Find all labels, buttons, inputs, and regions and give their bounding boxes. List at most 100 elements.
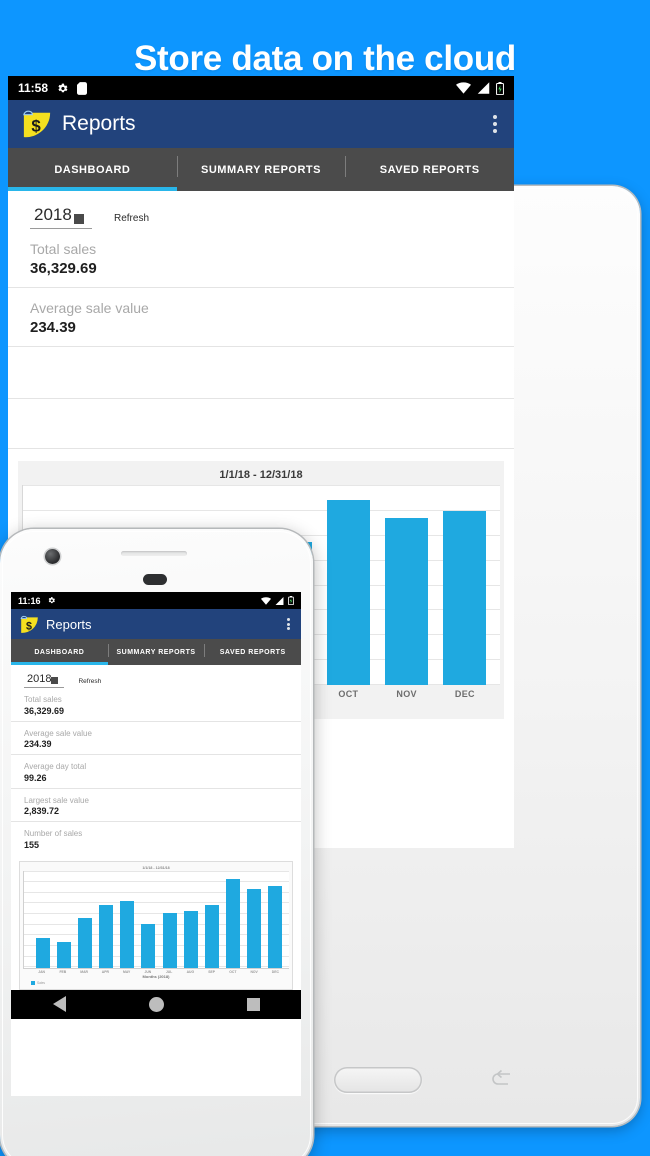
- legend-swatch: [31, 980, 35, 985]
- chart-bar-column: [117, 871, 138, 968]
- year-select[interactable]: 2018: [24, 673, 65, 688]
- wifi-icon: [456, 82, 471, 94]
- chart-bar-column: [138, 871, 159, 968]
- dropdown-caret-icon: [74, 214, 84, 224]
- chart-x-tick-labels: JAN FEB MAR APR MAY JUN JUL AUG SEP OCT NOV DEC: [23, 969, 289, 974]
- chart-date-range-title: 1/1/18 - 12/31/18: [219, 469, 303, 481]
- phone-sensor-icon: [143, 574, 167, 585]
- back-triangle-icon[interactable]: [52, 996, 66, 1012]
- chart-x-tick-label: DEC: [271, 969, 279, 974]
- dollar-cloud-logo-icon: $: [20, 615, 39, 634]
- chart-x-tick-label: JUN: [144, 969, 152, 974]
- tab-summary-reports[interactable]: SUMMARY REPORTS: [107, 639, 205, 665]
- battery-icon: [288, 596, 294, 605]
- chart-x-tick-label: OCT: [229, 969, 237, 974]
- chart-bar: [35, 937, 50, 968]
- chart-bar-column: [74, 871, 95, 968]
- tab-selected-indicator: [11, 662, 108, 665]
- tablet-back-key-icon[interactable]: [490, 1068, 514, 1090]
- tab-saved-reports[interactable]: SAVED REPORTS: [345, 148, 514, 191]
- svg-text:$: $: [26, 620, 32, 632]
- home-circle-icon[interactable]: [148, 996, 164, 1012]
- tab-dashboard[interactable]: DASHBOARD: [8, 148, 177, 191]
- stat-row-average-sale-value: Average sale value 234.39: [8, 288, 514, 347]
- stat-label: Average day total: [24, 762, 87, 771]
- chart-bar-column: [180, 871, 201, 968]
- chart-bar-column: [223, 871, 244, 968]
- stat-row-total-sales: Total sales 36,329.69: [8, 229, 514, 288]
- year-select[interactable]: 2018: [30, 205, 92, 229]
- phone-dashboard-content: 2018 Refresh Total sales 36,329.69 Avera…: [11, 665, 301, 990]
- recents-square-icon[interactable]: [246, 997, 260, 1011]
- chart-x-tick-label: NOV: [250, 969, 258, 974]
- phone-front-camera-icon: [45, 549, 60, 564]
- tab-selected-indicator: [8, 187, 177, 191]
- year-select-value: 2018: [34, 205, 72, 224]
- chart-x-tick-label: OCT: [338, 689, 359, 699]
- chart-bar-column: [201, 871, 222, 968]
- chart-bar: [141, 924, 156, 968]
- chart-bar: [77, 918, 92, 968]
- refresh-button[interactable]: Refresh: [78, 678, 101, 685]
- sd-card-icon: [77, 81, 88, 95]
- stat-row-largest-sale-value: Largest sale value 2,839.72: [11, 789, 301, 822]
- phone-screen: 11:16 $ Reports DASHBOARD SUMMARY REPORT…: [11, 592, 301, 1096]
- chart-x-tick-label: NOV: [396, 689, 417, 699]
- chart-bar-column: [32, 871, 53, 968]
- dropdown-caret-icon: [51, 677, 59, 684]
- status-time: 11:16: [18, 595, 41, 606]
- chart-bar: [120, 901, 135, 968]
- headline-line-1: Store data on the cloud: [133, 39, 516, 78]
- chart-x-tick-label: MAY: [123, 969, 131, 974]
- stat-row-average-sale-value: Average sale value 234.39: [11, 722, 301, 755]
- stat-label: Total sales: [30, 241, 97, 257]
- phone-status-bar: 11:16: [11, 592, 301, 609]
- signal-icon: [275, 596, 284, 605]
- chart-bar: [162, 912, 177, 968]
- chart-bar-column: [436, 485, 494, 685]
- stat-value: 234.39: [30, 319, 76, 336]
- gear-icon: [48, 597, 55, 604]
- phone-sales-chart: 1/1/18 - 12/31/18 JAN FEB MAR APR MAY JUN JUL A…: [19, 860, 293, 990]
- chart-bar-column: [265, 871, 286, 968]
- stat-value: 36,329.69: [30, 260, 97, 277]
- tablet-home-button[interactable]: [334, 1067, 422, 1093]
- overflow-menu-icon[interactable]: [493, 115, 497, 133]
- year-select-value: 2018: [27, 673, 52, 685]
- phone-navigation-bar: [11, 989, 301, 1019]
- stat-row-number-of-sales: Number of sales 155: [11, 822, 301, 855]
- stat-value: 99.26: [24, 772, 47, 783]
- tablet-status-bar: 11:58: [8, 76, 514, 100]
- wifi-icon: [261, 596, 271, 605]
- tab-saved-reports[interactable]: SAVED REPORTS: [204, 639, 301, 665]
- refresh-button[interactable]: Refresh: [114, 213, 149, 224]
- chart-bar: [327, 499, 371, 685]
- stat-label: Number of sales: [24, 829, 83, 838]
- stat-label: Average sale value: [24, 728, 92, 738]
- stat-row-average-day-total: Average day total 99.26: [11, 755, 301, 789]
- chart-bar: [56, 942, 71, 968]
- tab-summary-reports[interactable]: SUMMARY REPORTS: [176, 148, 346, 191]
- phone-app-bar: $ Reports: [11, 609, 301, 639]
- stat-label: Largest sale value: [24, 795, 89, 805]
- phone-tab-bar: DASHBOARD SUMMARY REPORTS SAVED REPORTS: [11, 639, 301, 665]
- chart-bar: [204, 904, 219, 968]
- chart-bar-column: [96, 871, 117, 968]
- stat-value: 234.39: [24, 739, 52, 749]
- chart-bar-column: [378, 485, 436, 685]
- battery-icon: [496, 81, 504, 95]
- legend-label: Sales: [37, 980, 45, 985]
- chart-bar: [99, 904, 114, 968]
- dollar-cloud-logo-icon: $: [22, 109, 52, 139]
- stat-row-total-sales: Total sales 36,329.69: [11, 688, 301, 722]
- stat-label: Average sale value: [30, 300, 149, 316]
- chart-bar-column: [159, 871, 180, 968]
- stat-row-blank-2: [8, 399, 514, 449]
- overflow-menu-icon[interactable]: [287, 618, 290, 630]
- chart-bar: [247, 889, 262, 968]
- stat-row-blank-1: [8, 347, 514, 399]
- chart-legend: Sales: [23, 979, 289, 986]
- chart-bar: [443, 510, 487, 685]
- chart-bar: [226, 879, 241, 968]
- app-title: Reports: [62, 112, 136, 135]
